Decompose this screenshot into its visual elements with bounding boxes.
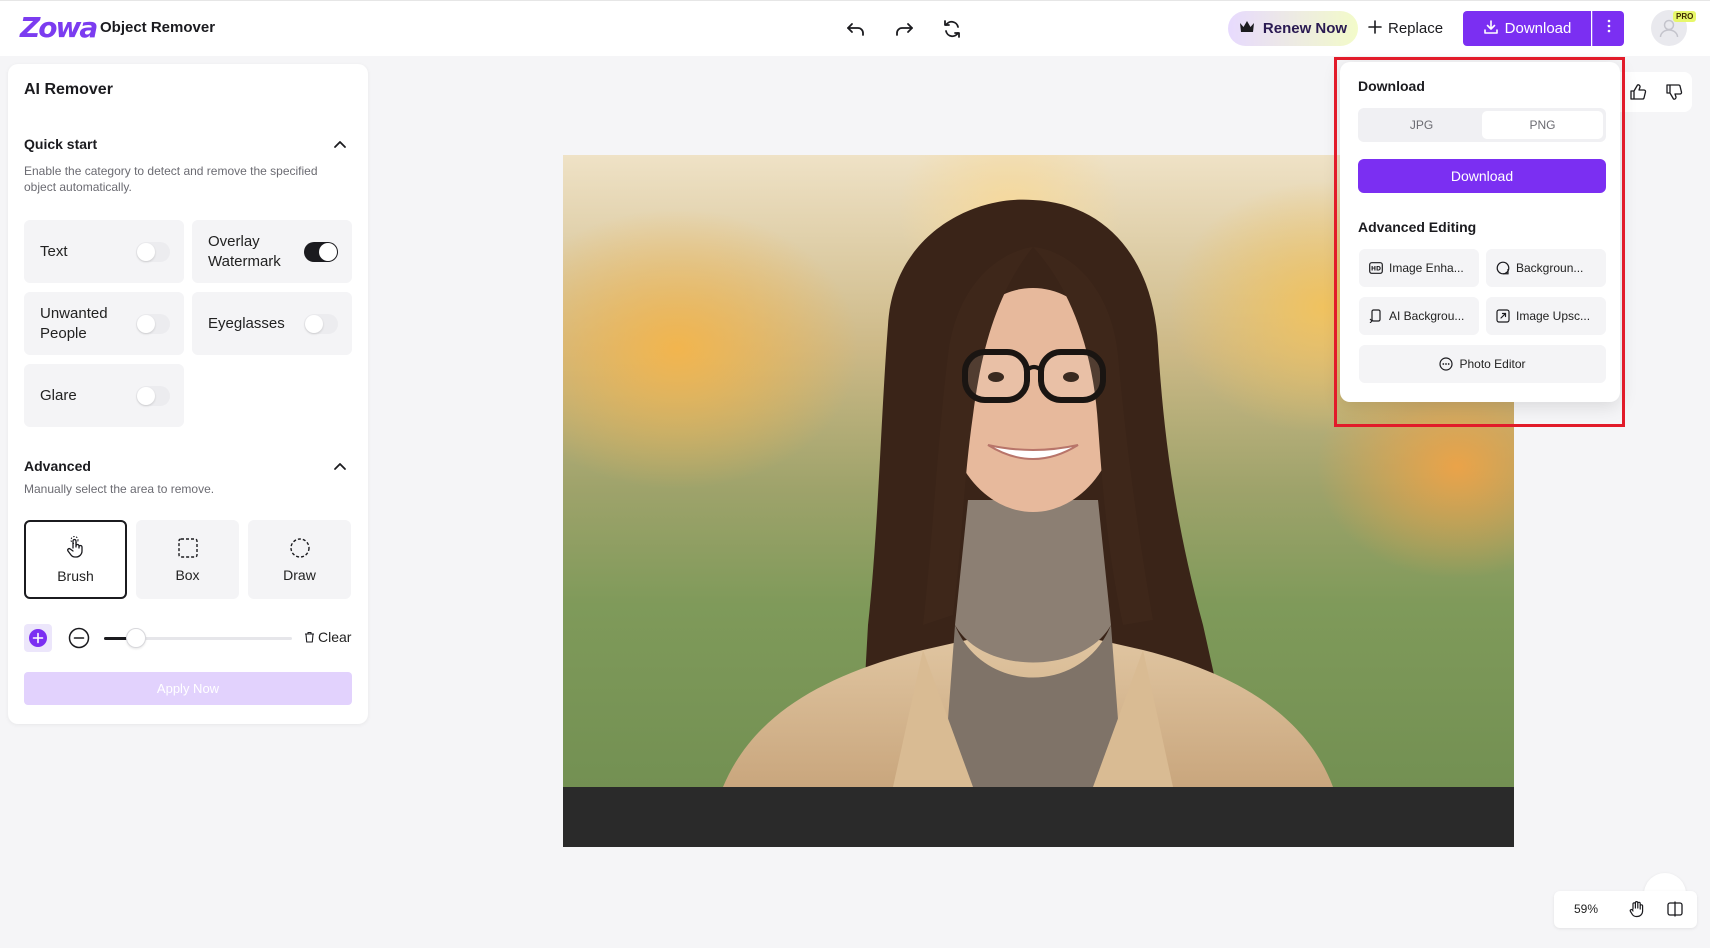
upscale-icon	[1496, 309, 1510, 323]
format-jpg[interactable]: JPG	[1361, 111, 1482, 139]
overlay-watermark-toggle[interactable]	[304, 242, 338, 262]
download-more-button[interactable]	[1592, 11, 1624, 46]
clear-label: Clear	[318, 629, 352, 645]
crown-icon	[1239, 20, 1255, 38]
text-toggle[interactable]	[136, 242, 170, 262]
quick-start-title: Quick start	[24, 136, 98, 152]
ai-background-icon	[1369, 309, 1381, 323]
clear-button[interactable]: Clear	[304, 629, 351, 645]
download-icon	[1483, 19, 1499, 39]
category-glare[interactable]: Glare	[24, 364, 184, 427]
category-text[interactable]: Text	[24, 220, 184, 283]
category-overlay-watermark[interactable]: Overlay Watermark	[192, 220, 352, 283]
photo-editor-button[interactable]: Photo Editor	[1359, 345, 1606, 383]
chevron-up-icon[interactable]	[332, 458, 348, 474]
category-label: Text	[40, 242, 68, 260]
background-remover-label: Backgroun...	[1516, 261, 1584, 275]
pro-badge: PRO	[1673, 11, 1697, 22]
reset-icon[interactable]	[938, 15, 966, 43]
renew-now-label: Renew Now	[1262, 20, 1348, 37]
advanced-description: Manually select the area to remove.	[24, 482, 215, 496]
thumbs-down-icon[interactable]	[1663, 81, 1685, 103]
watermark-strip	[563, 787, 1514, 847]
format-selector: JPG PNG	[1358, 108, 1606, 142]
brand-logo[interactable]: Zowa	[20, 13, 98, 43]
more-vertical-icon	[1607, 19, 1611, 38]
box-label: Box	[175, 566, 200, 583]
eyeglasses-toggle[interactable]	[304, 314, 338, 334]
panel-title: AI Remover	[24, 81, 113, 98]
download-label: Download	[1504, 20, 1572, 37]
advanced-editing-title: Advanced Editing	[1358, 219, 1477, 235]
image-upscaler-button[interactable]: Image Upsc...	[1486, 297, 1606, 335]
format-png[interactable]: PNG	[1482, 111, 1603, 139]
brush-tool-button[interactable]: Brush	[24, 520, 127, 599]
category-label: Overlay Watermark	[208, 232, 281, 270]
renew-now-button[interactable]: Renew Now	[1228, 11, 1358, 46]
draw-label: Draw	[283, 566, 316, 583]
replace-label: Replace	[1388, 20, 1444, 37]
background-icon	[1496, 261, 1510, 275]
brush-size-slider[interactable]	[104, 628, 292, 648]
zoom-bar: 59%	[1554, 891, 1697, 928]
thumbs-up-icon[interactable]	[1627, 81, 1649, 103]
zoom-level[interactable]: 59%	[1574, 902, 1598, 916]
ai-background-label: AI Backgrou...	[1389, 309, 1465, 323]
category-label: Glare	[40, 386, 77, 404]
quick-start-description: Enable the category to detect and remove…	[24, 164, 318, 194]
hd-icon: HD	[1369, 262, 1383, 274]
plus-circle-icon	[29, 629, 47, 647]
box-tool-button[interactable]: Box	[136, 520, 239, 599]
chevron-up-icon[interactable]	[332, 136, 348, 152]
image-upscaler-label: Image Upsc...	[1516, 309, 1591, 323]
brush-size-handle[interactable]	[125, 628, 146, 648]
brush-label: Brush	[57, 567, 94, 584]
draw-tool-button[interactable]: Draw	[248, 520, 351, 599]
undo-icon[interactable]	[842, 15, 870, 43]
category-eyeglasses[interactable]: Eyeglasses	[192, 292, 352, 355]
replace-button[interactable]: Replace	[1368, 11, 1443, 46]
hand-pointer-icon	[66, 535, 83, 558]
feedback-bar	[1620, 72, 1692, 112]
brush-size-increase-button[interactable]	[24, 624, 52, 652]
advanced-title: Advanced	[24, 458, 91, 474]
dashed-square-icon	[177, 537, 198, 558]
background-remover-button[interactable]: Backgroun...	[1486, 249, 1606, 287]
glare-toggle[interactable]	[136, 386, 170, 406]
popover-title: Download	[1358, 78, 1425, 94]
hand-icon[interactable]	[1628, 900, 1646, 918]
ai-remover-panel: AI Remover Quick start Enable the catego…	[8, 64, 368, 724]
apply-now-button[interactable]: Apply Now	[24, 672, 352, 705]
ai-background-button[interactable]: AI Backgrou...	[1359, 297, 1479, 335]
category-label: Unwanted People	[40, 304, 108, 342]
compare-icon[interactable]	[1666, 900, 1684, 918]
popover-download-button[interactable]: Download	[1358, 159, 1606, 193]
unwanted-people-toggle[interactable]	[136, 314, 170, 334]
plus-icon	[1368, 19, 1382, 38]
redo-icon[interactable]	[890, 15, 918, 43]
dots-circle-icon	[1439, 357, 1454, 371]
minus-circle-icon[interactable]	[68, 627, 90, 649]
dashed-circle-icon	[289, 537, 310, 558]
download-button[interactable]: Download	[1463, 11, 1591, 46]
svg-text:HD: HD	[1371, 266, 1381, 273]
trash-icon	[305, 631, 314, 643]
category-unwanted-people[interactable]: Unwanted People	[24, 292, 184, 355]
photo-editor-label: Photo Editor	[1459, 357, 1526, 371]
image-enhancer-button[interactable]: HD Image Enha...	[1359, 249, 1479, 287]
app-title: Object Remover	[100, 19, 216, 36]
category-label: Eyeglasses	[208, 314, 285, 332]
download-popover: Download JPG PNG Download Advanced Editi…	[1340, 62, 1620, 402]
image-enhancer-label: Image Enha...	[1389, 261, 1464, 275]
top-bar: Zowa Object Remover Renew Now Replace Do…	[0, 0, 1710, 56]
